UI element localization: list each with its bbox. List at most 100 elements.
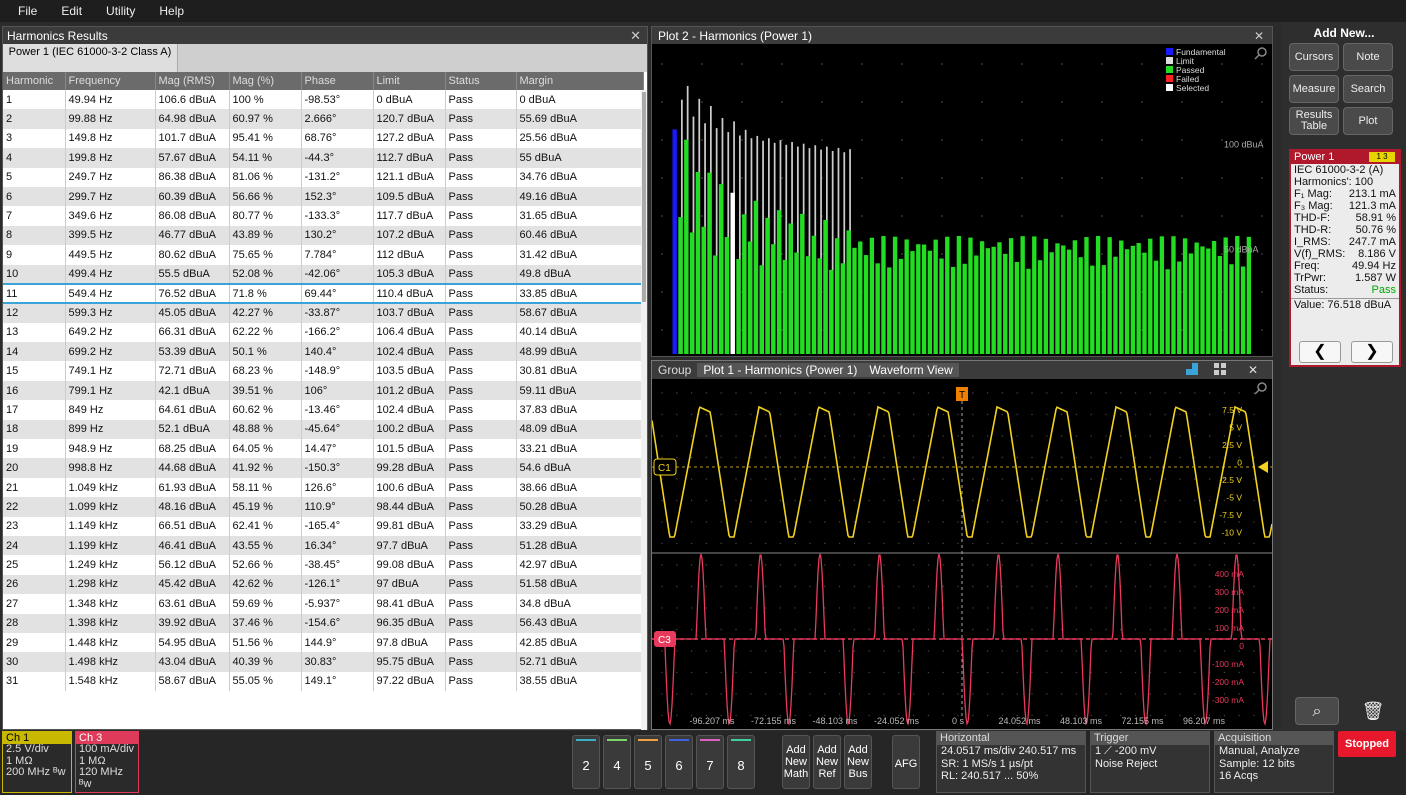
table-row[interactable]: 12 599.3 Hz 45.05 dBuA 42.27 % -33.87° 103.7 … xyxy=(3,303,644,323)
cursors-button[interactable]: Cursors xyxy=(1289,43,1339,71)
harmonic-bar[interactable] xyxy=(968,237,973,354)
scrollbar-thumb[interactable] xyxy=(642,92,646,302)
power-measurement-badge[interactable]: Power 1 1 3 IEC 61000-3-2 (A) Harmonics'… xyxy=(1289,149,1401,367)
harmonic-bar[interactable] xyxy=(1200,246,1205,354)
harmonic-bar[interactable] xyxy=(1113,256,1118,354)
ch1-marker[interactable]: C1 xyxy=(653,458,677,476)
harmonic-bar[interactable] xyxy=(701,226,706,354)
table-row[interactable]: 13 649.2 Hz 66.31 dBuA 62.22 % -166.2° 106.4 … xyxy=(3,322,644,343)
harmonic-bar[interactable] xyxy=(1229,264,1234,354)
close-icon[interactable]: ✕ xyxy=(1242,363,1264,377)
harmonic-bar[interactable] xyxy=(1182,238,1188,354)
results-table-button[interactable]: Results Table xyxy=(1289,107,1339,135)
harmonic-bar[interactable] xyxy=(1119,240,1124,354)
harmonic-bar[interactable] xyxy=(684,139,689,354)
table-row[interactable]: 17 849 Hz 64.61 dBuA 60.62 % -13.46° 102.4 dB… xyxy=(3,400,644,420)
harmonic-bar[interactable] xyxy=(1217,255,1223,354)
harmonic-bar[interactable] xyxy=(800,213,805,354)
magnifier-icon[interactable] xyxy=(1254,382,1267,395)
trigger-badge[interactable]: Trigger 1 ⟋ -200 mV Noise Reject xyxy=(1090,731,1210,793)
harmonic-bar[interactable] xyxy=(1043,238,1049,354)
table-row[interactable]: 11 549.4 Hz 76.52 dBuA 71.8 % 69.44° 110.4 dB… xyxy=(3,282,644,305)
harmonic-bar[interactable] xyxy=(933,239,938,354)
harmonic-bar[interactable] xyxy=(689,232,695,354)
table-row[interactable]: 27 1.348 kHz 63.61 dBuA 59.69 % -5.937° 98.41… xyxy=(3,594,644,614)
waveform-display[interactable]: C1 C3 T 7.5 V 5 V 2.5 V 0 -2.5 V -5 V -7.5 V -10 V… xyxy=(652,379,1272,729)
harmonic-bar[interactable] xyxy=(1049,252,1054,354)
channel-5-button[interactable]: 5 xyxy=(634,735,662,789)
menu-file[interactable]: File xyxy=(18,4,37,18)
harmonic-bar[interactable] xyxy=(881,236,886,354)
column-header[interactable]: Harmonic xyxy=(3,72,66,90)
menu-edit[interactable]: Edit xyxy=(61,4,82,18)
harmonic-bar[interactable] xyxy=(916,244,921,354)
harmonic-bar[interactable] xyxy=(840,263,846,354)
harmonic-bar[interactable] xyxy=(753,200,759,354)
horizontal-badge[interactable]: Horizontal 24.0517 ms/div 240.517 ms SR:… xyxy=(936,731,1086,793)
menu-utility[interactable]: Utility xyxy=(106,4,135,18)
harmonic-bar[interactable] xyxy=(829,269,834,354)
harmonic-bar[interactable] xyxy=(863,255,869,354)
harmonic-bar[interactable] xyxy=(939,258,944,354)
measure-button[interactable]: Measure xyxy=(1289,75,1339,103)
harmonic-bar[interactable] xyxy=(1032,236,1037,354)
harmonic-bar[interactable] xyxy=(1026,268,1031,354)
table-row[interactable]: 30 1.498 kHz 43.04 dBuA 40.39 % 30.83° 95.75 … xyxy=(3,652,644,672)
harmonic-bar[interactable] xyxy=(945,236,950,354)
harmonic-bar[interactable] xyxy=(1003,253,1008,354)
harmonic-bar[interactable] xyxy=(887,267,892,354)
harmonic-bar[interactable] xyxy=(672,129,677,354)
harmonic-bar[interactable] xyxy=(956,236,962,354)
harmonic-bar[interactable] xyxy=(765,217,770,354)
results-scrollbar[interactable] xyxy=(641,90,647,730)
harmonic-bar[interactable] xyxy=(1136,243,1141,354)
harmonic-bar[interactable] xyxy=(759,265,764,354)
harmonics-bar-chart[interactable]: 100 dBuA50 dBuAFundamentalLimitPassedFai… xyxy=(652,44,1272,356)
table-row[interactable]: 23 1.149 kHz 66.51 dBuA 62.41 % -165.4° 99.81… xyxy=(3,516,644,536)
harmonic-bar[interactable] xyxy=(1072,240,1078,354)
harmonic-bar[interactable] xyxy=(950,266,956,354)
harmonic-bar[interactable] xyxy=(1014,261,1020,354)
ch1-badge[interactable]: Ch 1 2.5 V/div 1 MΩ 200 MHz ᴮw xyxy=(2,731,72,793)
table-row[interactable]: 8 399.5 Hz 46.77 dBuA 43.89 % 130.2° 107.2 dB… xyxy=(3,225,644,246)
table-row[interactable]: 1 49.94 Hz 106.6 dBuA 100 % -98.53° 0 dBuA Pas… xyxy=(3,90,644,110)
column-header[interactable]: Phase xyxy=(301,72,374,90)
channel-7-button[interactable]: 7 xyxy=(696,735,724,789)
harmonic-bar[interactable] xyxy=(742,214,747,354)
harmonic-bar[interactable] xyxy=(1206,248,1211,354)
trash-icon[interactable]: 🗑 xyxy=(1355,697,1391,725)
table-row[interactable]: 5 249.7 Hz 86.38 dBuA 81.06 % -131.2° 121.1 d… xyxy=(3,167,644,187)
harmonic-bar[interactable] xyxy=(1008,238,1014,354)
harmonic-bar[interactable] xyxy=(846,230,851,354)
harmonic-bar[interactable] xyxy=(817,258,822,354)
harmonic-bar[interactable] xyxy=(1061,245,1066,354)
ch3-badge[interactable]: Ch 3 100 mA/div 1 MΩ 120 MHz ᴮw xyxy=(75,731,139,793)
column-header[interactable]: Mag (%) xyxy=(229,72,302,90)
harmonic-bar[interactable] xyxy=(892,236,898,354)
table-row[interactable]: 28 1.398 kHz 39.92 dBuA 37.46 % -154.6° 96.35… xyxy=(3,613,644,633)
table-row[interactable]: 9 449.5 Hz 80.62 dBuA 75.65 % 7.784° 112 dBuA… xyxy=(3,245,644,265)
harmonic-bar[interactable] xyxy=(1066,249,1072,354)
harmonic-bar[interactable] xyxy=(852,247,857,354)
harmonic-bar[interactable] xyxy=(1107,237,1112,354)
harmonic-bar[interactable] xyxy=(834,238,840,354)
harmonic-bar[interactable] xyxy=(898,258,904,354)
prev-button[interactable]: ❮ xyxy=(1299,341,1341,363)
table-row[interactable]: 21 1.049 kHz 61.93 dBuA 58.11 % 126.6° 100.6 … xyxy=(3,477,644,498)
harmonic-bar[interactable] xyxy=(1090,265,1095,354)
channel-6-button[interactable]: 6 xyxy=(665,735,693,789)
harmonic-bar[interactable] xyxy=(1194,242,1199,354)
table-row[interactable]: 14 699.2 Hz 53.39 dBuA 50.1 % 140.4° 102.4 dB… xyxy=(3,342,644,362)
harmonic-bar[interactable] xyxy=(962,263,967,354)
channel-4-button[interactable]: 4 xyxy=(603,735,631,789)
harmonic-bar[interactable] xyxy=(782,259,788,354)
zoom-icon[interactable]: ⌕ xyxy=(1295,697,1339,725)
table-row[interactable]: 10 499.4 Hz 55.5 dBuA 52.08 % -42.06° 105.3 d… xyxy=(3,264,644,284)
harmonic-bar[interactable] xyxy=(1240,266,1246,354)
tab-power-1[interactable]: Power 1 (IEC 61000-3-2 Class A) xyxy=(3,44,178,72)
harmonic-bar[interactable] xyxy=(707,172,712,354)
run-stop-button[interactable]: Stopped xyxy=(1338,731,1396,757)
harmonic-bar[interactable] xyxy=(1020,236,1025,354)
harmonic-bar[interactable] xyxy=(1177,261,1182,354)
note-button[interactable]: Note xyxy=(1343,43,1393,71)
